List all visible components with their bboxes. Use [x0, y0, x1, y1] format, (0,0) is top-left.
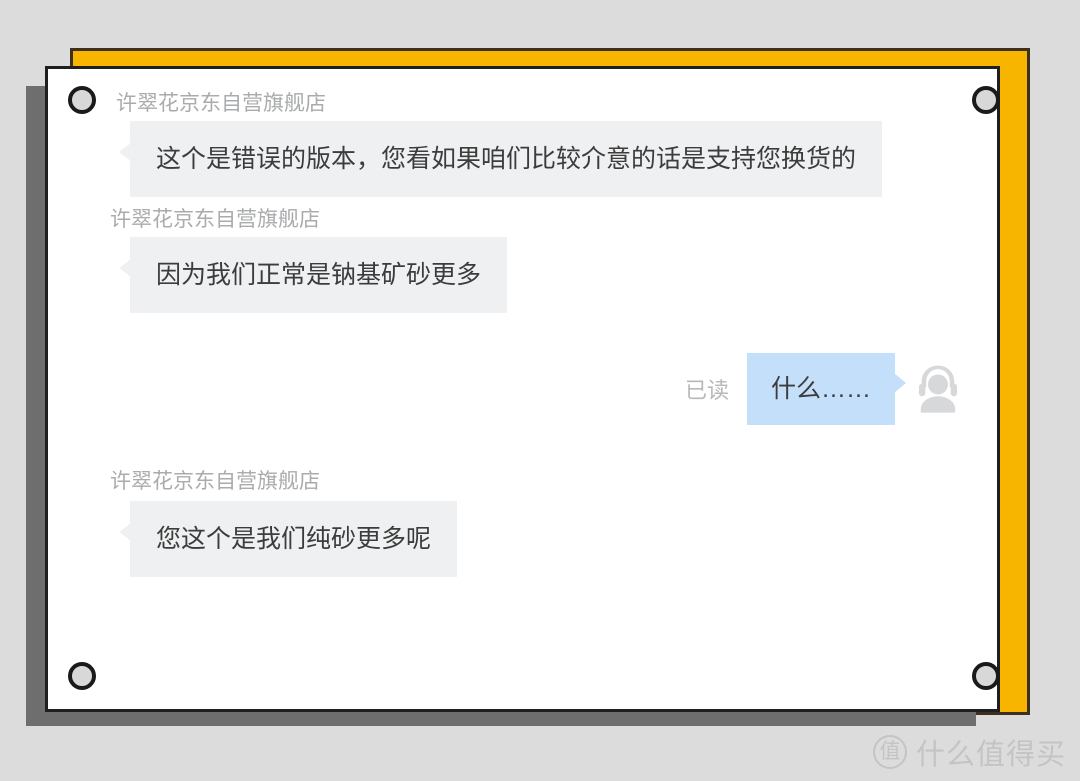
message-bubble-outgoing[interactable]: 什么…… [746, 353, 907, 425]
watermark: 值 什么值得买 [872, 731, 1066, 773]
headset-agent-icon [909, 360, 967, 418]
watermark-badge-icon: 值 [872, 735, 907, 769]
rivet-bottom-right [972, 662, 1000, 690]
chat-message-list[interactable]: 许翠花京东自营旗舰店 这个是错误的版本，您看如果咱们比较介意的话是支持您换货的 … [48, 69, 997, 709]
rivet-top-left [68, 86, 96, 114]
message-row: 这个是错误的版本，您看如果咱们比较介意的话是支持您换货的 [78, 121, 967, 197]
message-bubble-incoming[interactable]: 您这个是我们纯砂更多呢 [118, 501, 458, 577]
message-row: 因为我们正常是钠基矿砂更多 [78, 237, 967, 313]
message-row-outgoing: 已读 什么…… [78, 353, 967, 425]
message-group: 许翠花京东自营旗舰店 这个是错误的版本，您看如果咱们比较介意的话是支持您换货的 [78, 87, 967, 197]
sender-name: 许翠花京东自营旗舰店 [110, 208, 320, 231]
chat-window-card: 许翠花京东自营旗舰店 这个是错误的版本，您看如果咱们比较介意的话是支持您换货的 … [45, 66, 1000, 712]
read-status-label: 已读 [684, 378, 729, 403]
message-bubble-incoming[interactable]: 因为我们正常是钠基矿砂更多 [118, 237, 508, 313]
message-group: 许翠花京东自营旗舰店 因为我们正常是钠基矿砂更多 [78, 203, 967, 313]
message-bubble-incoming[interactable]: 这个是错误的版本，您看如果咱们比较介意的话是支持您换货的 [118, 121, 883, 197]
message-group: 许翠花京东自营旗舰店 您这个是我们纯砂更多呢 [78, 465, 967, 577]
sender-name: 许翠花京东自营旗舰店 [116, 92, 326, 115]
message-group: 已读 什么…… [78, 353, 967, 425]
watermark-text: 什么值得买 [915, 739, 1066, 771]
sender-name: 许翠花京东自营旗舰店 [110, 470, 320, 493]
message-row: 您这个是我们纯砂更多呢 [78, 499, 967, 577]
decorative-frame-stack: 许翠花京东自营旗舰店 这个是错误的版本，您看如果咱们比较介意的话是支持您换货的 … [0, 0, 1080, 781]
rivet-top-right [972, 86, 1000, 114]
rivet-bottom-left [68, 662, 96, 690]
